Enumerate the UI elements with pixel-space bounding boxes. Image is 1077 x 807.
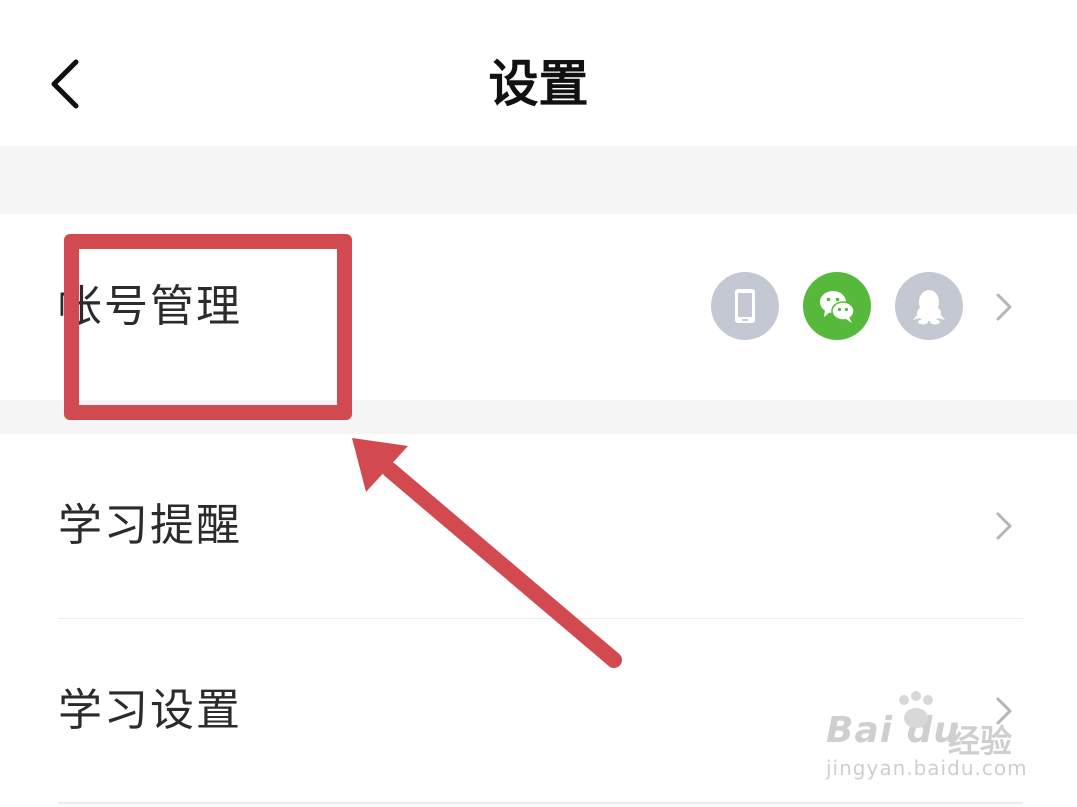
account-management-label: 帐号管理 — [58, 281, 242, 332]
page-title: 设置 — [488, 55, 589, 113]
phone-binding-button[interactable] — [711, 272, 779, 340]
chevron-right-icon — [992, 695, 1016, 727]
phone-icon — [735, 289, 755, 323]
study-settings-label: 学习设置 — [58, 685, 242, 736]
wechat-icon — [820, 291, 855, 323]
chevron-right-icon — [992, 291, 1016, 323]
qq-binding-button[interactable] — [895, 272, 963, 340]
section-spacer — [0, 146, 1077, 214]
row-divider — [58, 802, 1023, 804]
study-reminder-row[interactable]: 学习提醒 — [0, 434, 1077, 618]
header-bar: 设置 — [0, 0, 1077, 146]
qq-icon — [913, 290, 945, 325]
study-reminder-label: 学习提醒 — [58, 500, 242, 551]
wechat-binding-button[interactable] — [803, 272, 871, 340]
section-spacer — [0, 400, 1077, 434]
study-settings-row[interactable]: 学习设置 — [0, 619, 1077, 802]
chevron-right-icon — [992, 510, 1016, 542]
account-management-row[interactable]: 帐号管理 — [0, 214, 1077, 400]
